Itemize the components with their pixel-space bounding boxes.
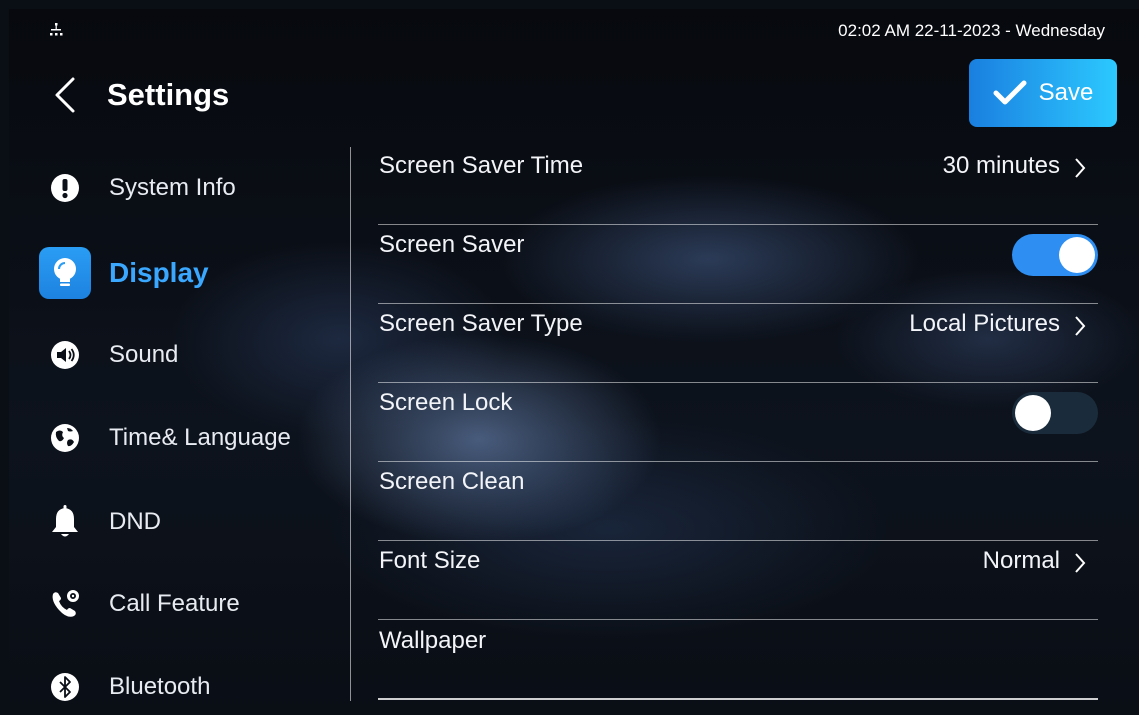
- sidebar-item-label: System Info: [109, 174, 236, 201]
- chevron-right-icon: [1075, 553, 1086, 573]
- setting-label: Screen Saver: [379, 231, 525, 258]
- sidebar-item-time-language[interactable]: Time& Language: [37, 410, 337, 466]
- speaker-icon: [51, 341, 79, 369]
- sidebar-item-display[interactable]: Display: [37, 245, 337, 301]
- screen: 02:02 AM 22-11-2023 - Wednesday Settings…: [9, 9, 1139, 715]
- bluetooth-icon: [51, 673, 79, 701]
- toggle-knob: [1015, 395, 1051, 431]
- setting-value: Local Pictures: [909, 310, 1060, 337]
- sidebar-item-label: DND: [109, 508, 161, 535]
- setting-label: Font Size: [379, 547, 481, 574]
- setting-label: Screen Saver Time: [379, 152, 584, 179]
- back-button[interactable]: [51, 75, 81, 115]
- save-label: Save: [1038, 79, 1094, 106]
- setting-label: Wallpaper: [379, 627, 487, 654]
- sidebar-item-label: Sound: [109, 341, 179, 368]
- chevron-right-icon: [1075, 158, 1086, 178]
- setting-screen-clean[interactable]: Screen Clean: [378, 462, 1098, 541]
- exclamation-icon: [51, 174, 79, 202]
- toggle-knob: [1059, 237, 1095, 273]
- setting-label: Screen Saver Type: [379, 310, 583, 337]
- phone-gear-icon: [52, 590, 79, 617]
- save-button[interactable]: Save: [969, 59, 1117, 127]
- sidebar-divider: [350, 147, 351, 701]
- setting-value: Normal: [982, 547, 1060, 574]
- screen-saver-toggle[interactable]: [1012, 234, 1098, 276]
- lightbulb-icon: [54, 258, 76, 286]
- setting-screen-saver-type[interactable]: Screen Saver Type Local Pictures: [378, 304, 1098, 383]
- setting-screen-lock: Screen Lock: [378, 383, 1098, 462]
- sidebar-item-dnd[interactable]: DND: [37, 494, 337, 550]
- sidebar-item-bluetooth[interactable]: Bluetooth: [37, 659, 337, 715]
- page-title: Settings: [107, 77, 230, 112]
- setting-value: 30 minutes: [942, 152, 1060, 179]
- globe-icon: [51, 424, 79, 452]
- screen-lock-toggle[interactable]: [1012, 392, 1098, 434]
- sidebar-item-system-info[interactable]: System Info: [37, 160, 337, 216]
- sidebar-item-label: Bluetooth: [109, 673, 211, 700]
- setting-label: Screen Clean: [379, 468, 525, 495]
- setting-screen-saver-time[interactable]: Screen Saver Time 30 minutes: [378, 146, 1098, 225]
- row-divider: [378, 619, 1098, 620]
- network-icon: [50, 23, 63, 36]
- row-divider: [378, 698, 1098, 700]
- checkmark-icon: [993, 80, 1027, 105]
- sidebar-item-sound[interactable]: Sound: [37, 327, 337, 383]
- sidebar-item-label: Display: [109, 257, 209, 288]
- status-datetime: 02:02 AM 22-11-2023 - Wednesday: [838, 21, 1105, 40]
- sidebar-item-label: Time& Language: [109, 424, 291, 451]
- chevron-right-icon: [1075, 316, 1086, 336]
- sidebar-item-label: Call Feature: [109, 590, 240, 617]
- setting-wallpaper[interactable]: Wallpaper: [378, 621, 1098, 700]
- setting-font-size[interactable]: Font Size Normal: [378, 541, 1098, 620]
- setting-label: Screen Lock: [379, 389, 513, 416]
- sidebar-item-call-feature[interactable]: Call Feature: [37, 576, 337, 632]
- setting-screen-saver: Screen Saver: [378, 225, 1098, 304]
- bell-icon: [52, 505, 78, 537]
